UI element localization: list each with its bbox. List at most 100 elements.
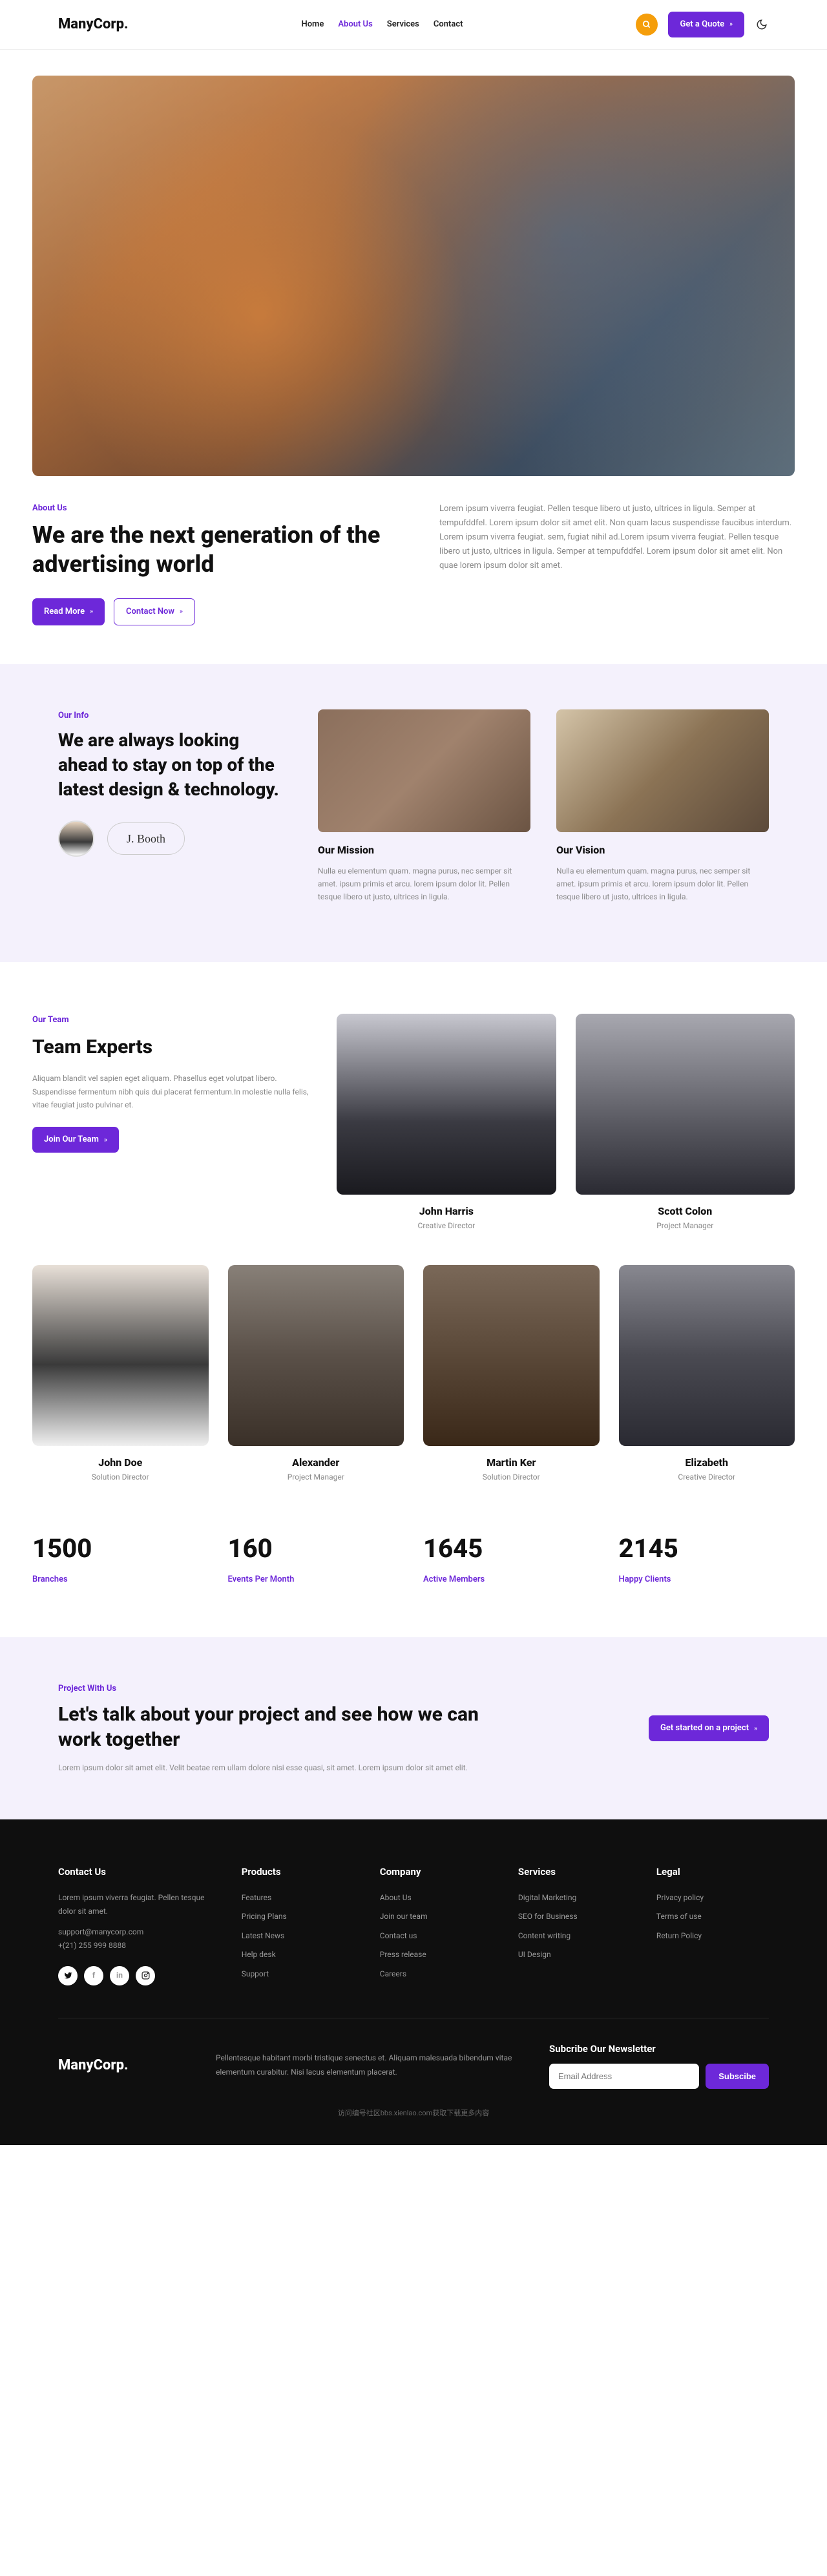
- vision-card: Our Vision Nulla eu elementum quam. magn…: [556, 709, 769, 904]
- facebook-icon[interactable]: f: [84, 1966, 103, 1985]
- team-member: Alexander Project Manager: [228, 1265, 404, 1484]
- vision-image: [556, 709, 769, 832]
- nav-about[interactable]: About Us: [338, 18, 372, 31]
- counters-row: 1500Branches 160Events Per Month 1645Act…: [32, 1529, 795, 1586]
- footer-link[interactable]: Support: [242, 1967, 354, 1982]
- footer-products-title: Products: [242, 1865, 354, 1880]
- cta-section: Project With Us Let's talk about your pr…: [0, 1637, 827, 1819]
- footer-link[interactable]: Press release: [380, 1948, 492, 1962]
- member-name: Martin Ker: [423, 1455, 600, 1471]
- theme-toggle[interactable]: [755, 17, 769, 32]
- footer-phone[interactable]: +(21) 255 999 8888: [58, 1941, 126, 1950]
- footer-link[interactable]: Pricing Plans: [242, 1910, 354, 1924]
- nav-home[interactable]: Home: [302, 18, 324, 31]
- team-section: Our Team Team Experts Aliquam blandit ve…: [32, 962, 795, 1638]
- footer-copyright: 访问编号社区bbs.xienlao.com获取下载更多内容: [58, 2108, 769, 2119]
- info-title: We are always looking ahead to stay on t…: [58, 728, 292, 801]
- chevron-right-icon: »: [754, 1724, 757, 1733]
- footer-contact-title: Contact Us: [58, 1865, 216, 1880]
- counter-label: Active Members: [423, 1573, 600, 1586]
- site-footer: Contact Us Lorem ipsum viverra feugiat. …: [0, 1819, 827, 2145]
- footer-brand[interactable]: ManyCorp.: [58, 2055, 190, 2076]
- member-name: Scott Colon: [576, 1204, 795, 1219]
- twitter-icon[interactable]: [58, 1966, 78, 1985]
- footer-link[interactable]: About Us: [380, 1891, 492, 1905]
- footer-link[interactable]: Privacy policy: [656, 1891, 769, 1905]
- primary-nav: Home About Us Services Contact: [302, 18, 463, 31]
- counter-item: 1645 Active Members: [423, 1529, 600, 1586]
- member-name: Alexander: [228, 1455, 404, 1471]
- footer-link[interactable]: Features: [242, 1891, 354, 1905]
- footer-services: Services Digital Marketing SEO for Busin…: [518, 1865, 631, 1985]
- newsletter-input[interactable]: [549, 2064, 699, 2089]
- mission-image: [318, 709, 530, 832]
- team-member: Martin Ker Solution Director: [423, 1265, 600, 1484]
- footer-link[interactable]: Terms of use: [656, 1910, 769, 1924]
- footer-legal-title: Legal: [656, 1865, 769, 1880]
- footer-legal: Legal Privacy policy Terms of use Return…: [656, 1865, 769, 1985]
- chevron-right-icon: »: [180, 607, 183, 616]
- contact-now-button[interactable]: Contact Now»: [114, 598, 195, 625]
- mission-title: Our Mission: [318, 843, 530, 858]
- footer-services-title: Services: [518, 1865, 631, 1880]
- footer-link[interactable]: UI Design: [518, 1948, 631, 1962]
- counter-label: Events Per Month: [228, 1573, 404, 1586]
- newsletter-title: Subcribe Our Newsletter: [549, 2042, 769, 2057]
- counter-value: 1500: [32, 1529, 209, 1568]
- footer-link[interactable]: Digital Marketing: [518, 1891, 631, 1905]
- member-photo: [337, 1014, 556, 1195]
- mission-text: Nulla eu elementum quam. magna purus, ne…: [318, 864, 530, 904]
- footer-link[interactable]: Return Policy: [656, 1929, 769, 1943]
- footer-email[interactable]: support@manycorp.com: [58, 1927, 143, 1936]
- counter-value: 2145: [619, 1529, 795, 1568]
- member-photo: [619, 1265, 795, 1446]
- member-role: Creative Director: [678, 1472, 735, 1482]
- counter-value: 1645: [423, 1529, 600, 1568]
- search-icon: [642, 20, 651, 29]
- member-photo: [228, 1265, 404, 1446]
- chevron-right-icon: »: [729, 19, 733, 29]
- team-description: Aliquam blandit vel sapien eget aliquam.…: [32, 1072, 317, 1111]
- founder-avatar: [58, 821, 94, 857]
- hero-description: Lorem ipsum viverra feugiat. Pellen tesq…: [439, 502, 795, 573]
- mission-card: Our Mission Nulla eu elementum quam. mag…: [318, 709, 530, 904]
- subscribe-button[interactable]: Subscibe: [706, 2064, 769, 2089]
- nav-contact[interactable]: Contact: [434, 18, 463, 31]
- footer-link[interactable]: Contact us: [380, 1929, 492, 1943]
- footer-link[interactable]: Content writing: [518, 1929, 631, 1943]
- team-member: John Doe Solution Director: [32, 1265, 209, 1484]
- footer-link[interactable]: Latest News: [242, 1929, 354, 1943]
- hero-image: [32, 76, 795, 476]
- footer-link[interactable]: Join our team: [380, 1910, 492, 1924]
- brand-logo[interactable]: ManyCorp.: [58, 14, 129, 35]
- team-member: Scott Colon Project Manager: [576, 1014, 795, 1233]
- footer-link[interactable]: Careers: [380, 1967, 492, 1982]
- instagram-icon[interactable]: [136, 1966, 155, 1985]
- member-role: Project Manager: [288, 1472, 344, 1482]
- get-started-button[interactable]: Get started on a project»: [649, 1715, 769, 1741]
- chevron-right-icon: »: [90, 607, 93, 616]
- counter-item: 2145Happy Clients: [619, 1529, 795, 1586]
- member-photo: [576, 1014, 795, 1195]
- cta-text: Lorem ipsum dolor sit amet elit. Velit b…: [58, 1761, 479, 1774]
- hero-title: We are the next generation of the advert…: [32, 521, 388, 579]
- team-member: John Harris Creative Director: [337, 1014, 556, 1233]
- member-role: Project Manager: [656, 1221, 713, 1230]
- get-quote-button[interactable]: Get a Quote»: [668, 12, 744, 37]
- info-eyebrow: Our Info: [58, 709, 292, 722]
- linkedin-icon[interactable]: in: [110, 1966, 129, 1985]
- footer-company-title: Company: [380, 1865, 492, 1880]
- member-role: Solution Director: [483, 1472, 540, 1482]
- member-role: Creative Director: [418, 1221, 476, 1230]
- team-member: Elizabeth Creative Director: [619, 1265, 795, 1484]
- nav-services[interactable]: Services: [387, 18, 419, 31]
- footer-link[interactable]: Help desk: [242, 1948, 354, 1962]
- search-button[interactable]: [636, 14, 658, 36]
- counter-item: 1500Branches: [32, 1529, 209, 1586]
- footer-products: Products Features Pricing Plans Latest N…: [242, 1865, 354, 1985]
- member-role: Solution Director: [92, 1472, 149, 1482]
- join-team-button[interactable]: Join Our Team»: [32, 1127, 119, 1153]
- footer-link[interactable]: SEO for Business: [518, 1910, 631, 1924]
- read-more-button[interactable]: Read More»: [32, 598, 105, 625]
- footer-company: Company About Us Join our team Contact u…: [380, 1865, 492, 1985]
